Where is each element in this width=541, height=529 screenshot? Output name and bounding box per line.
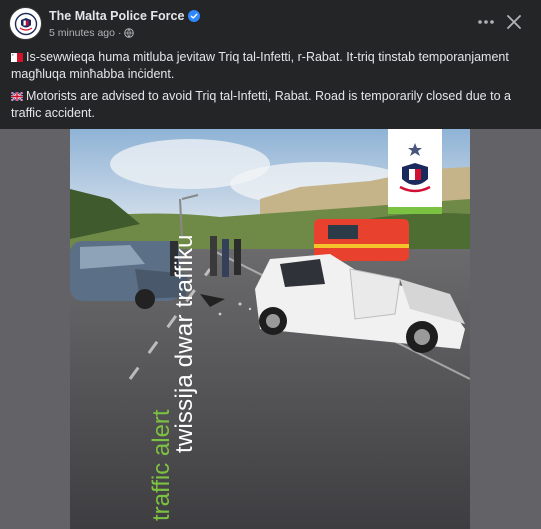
page-name[interactable]: The Malta Police Force xyxy=(49,9,201,23)
police-crest-icon xyxy=(399,143,431,193)
uk-flag-icon xyxy=(11,92,23,101)
police-logo-badge xyxy=(388,129,442,214)
english-text: Motorists are advised to avoid Triq tal-… xyxy=(11,89,511,120)
close-icon xyxy=(507,15,521,29)
post-media[interactable]: twissija dwar traffiku traffic alert xyxy=(0,129,541,529)
police-logo-icon xyxy=(14,12,37,35)
post-header: The Malta Police Force 5 minutes ago · xyxy=(0,0,541,48)
post-text-maltese: Is-sewwieqa huma mitluba jevitaw Triq ta… xyxy=(11,49,531,83)
globe-icon xyxy=(124,28,135,38)
timestamp-text[interactable]: 5 minutes ago xyxy=(49,27,115,39)
page-avatar[interactable] xyxy=(9,7,42,40)
post-text-english: Motorists are advised to avoid Triq tal-… xyxy=(11,88,531,122)
overlay-text-english: traffic alert xyxy=(148,409,175,521)
close-button[interactable] xyxy=(503,11,525,33)
accident-photo[interactable]: twissija dwar traffiku traffic alert xyxy=(70,129,470,529)
malta-flag-icon xyxy=(11,53,23,62)
badge-green-stripe xyxy=(388,207,442,214)
more-horizontal-icon xyxy=(478,20,494,24)
post-timestamp: 5 minutes ago · xyxy=(49,27,135,39)
maltese-text: Is-sewwieqa huma mitluba jevitaw Triq ta… xyxy=(11,50,509,81)
verified-badge-icon xyxy=(188,10,201,22)
page-name-text[interactable]: The Malta Police Force xyxy=(49,9,184,23)
more-options-button[interactable] xyxy=(475,11,497,33)
